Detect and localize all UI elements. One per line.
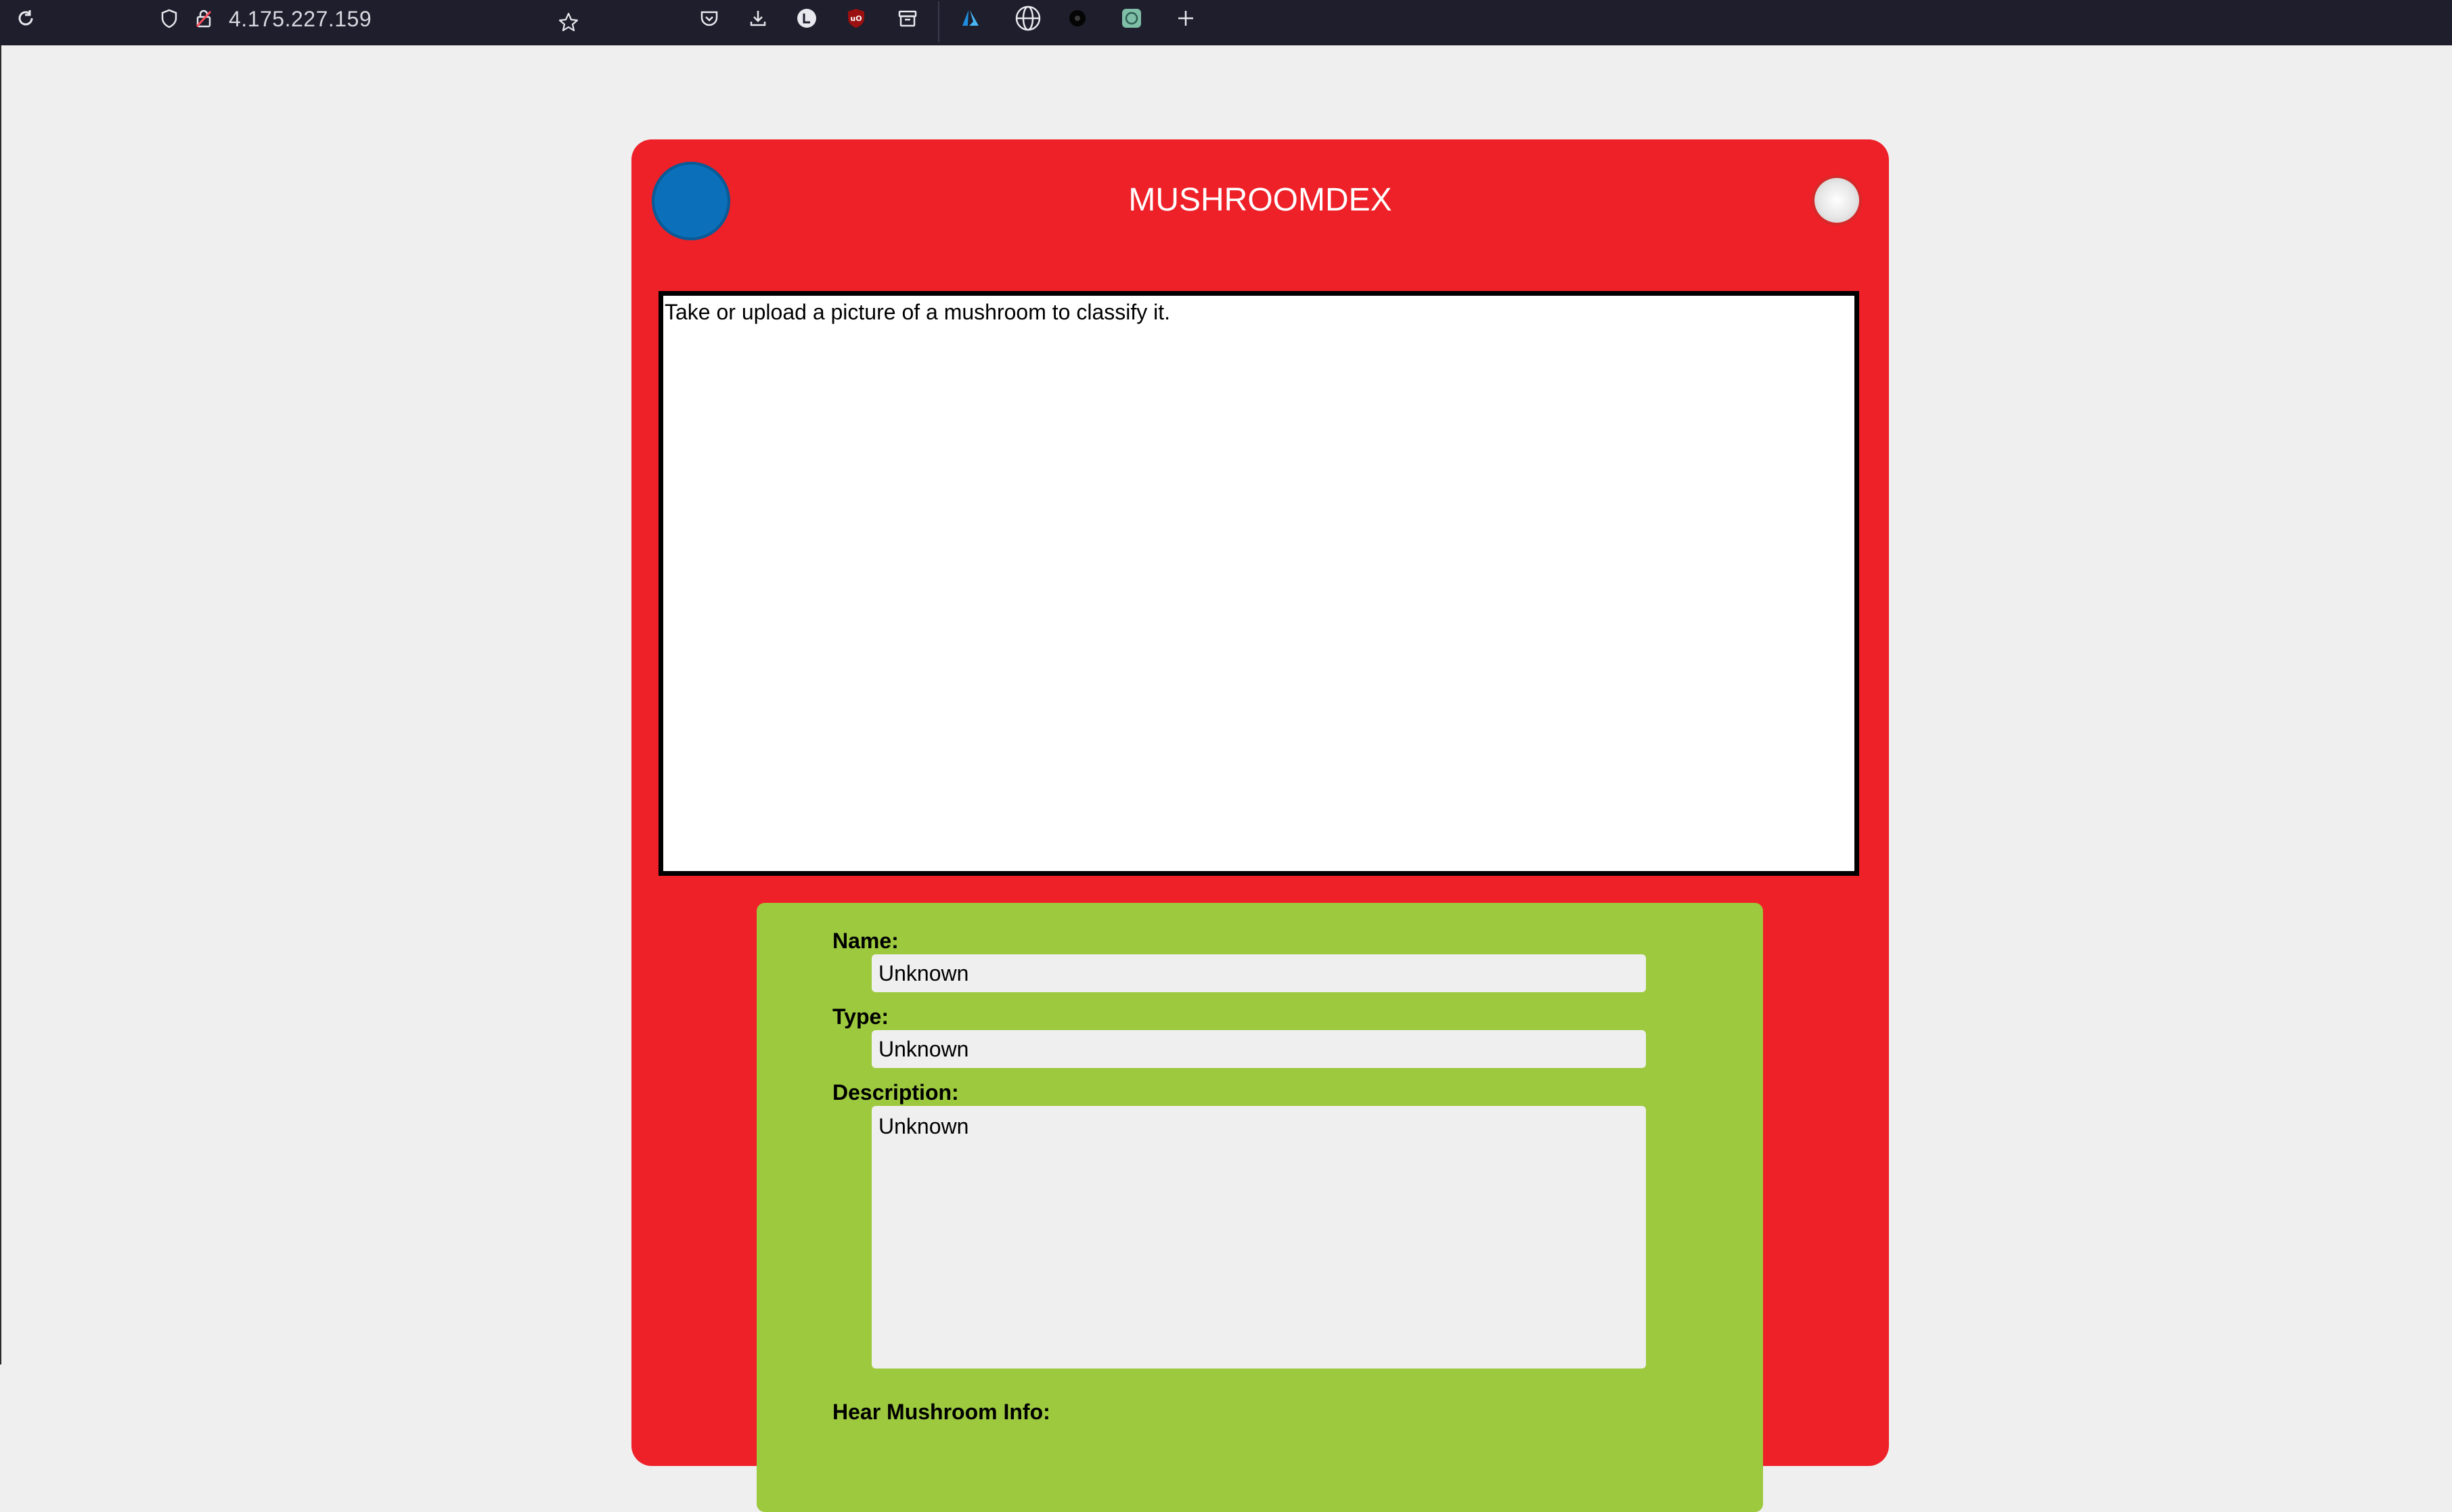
browser-toolbar: 4.175.227.159 uO	[0, 0, 2452, 45]
reload-icon[interactable]	[12, 0, 39, 37]
container-icon[interactable]	[893, 0, 922, 37]
pocket-icon[interactable]	[696, 0, 723, 37]
star-icon[interactable]	[554, 4, 583, 41]
download-icon[interactable]	[744, 0, 772, 37]
type-label: Type:	[832, 1004, 889, 1029]
toolbar-separator	[938, 1, 939, 42]
hear-info-label: Hear Mushroom Info:	[832, 1400, 1050, 1424]
app-title: MUSHROOMDEX	[1128, 182, 1392, 218]
image-screen[interactable]: Take or upload a picture of a mushroom t…	[659, 291, 1859, 876]
extension-green-icon[interactable]	[1118, 0, 1145, 37]
screen-prompt: Take or upload a picture of a mushroom t…	[665, 300, 1171, 324]
lock-icon[interactable]	[192, 0, 215, 37]
azure-icon[interactable]	[957, 0, 984, 37]
svg-text:uO: uO	[850, 14, 862, 23]
globe-icon[interactable]	[1012, 0, 1044, 37]
extension-dark-icon[interactable]	[1065, 0, 1090, 37]
new-tab-icon[interactable]	[1172, 0, 1199, 37]
page-viewport: MUSHROOMDEX Take or upload a picture of …	[0, 45, 2452, 1512]
name-label: Name:	[832, 929, 899, 953]
pokedex-device: MUSHROOMDEX Take or upload a picture of …	[631, 139, 1889, 1512]
description-label: Description:	[832, 1080, 959, 1105]
description-field[interactable]: Unknown	[872, 1106, 1646, 1369]
indicator-light	[1814, 178, 1859, 223]
extension-l-icon[interactable]	[793, 0, 820, 37]
shield-icon[interactable]	[156, 0, 183, 37]
name-field[interactable]: Unknown	[872, 954, 1646, 992]
url-bar[interactable]: 4.175.227.159	[229, 5, 372, 32]
ublock-icon[interactable]: uO	[843, 0, 870, 37]
type-field[interactable]: Unknown	[872, 1030, 1646, 1068]
info-panel: Name: Unknown Type: Unknown Description:…	[757, 903, 1763, 1512]
